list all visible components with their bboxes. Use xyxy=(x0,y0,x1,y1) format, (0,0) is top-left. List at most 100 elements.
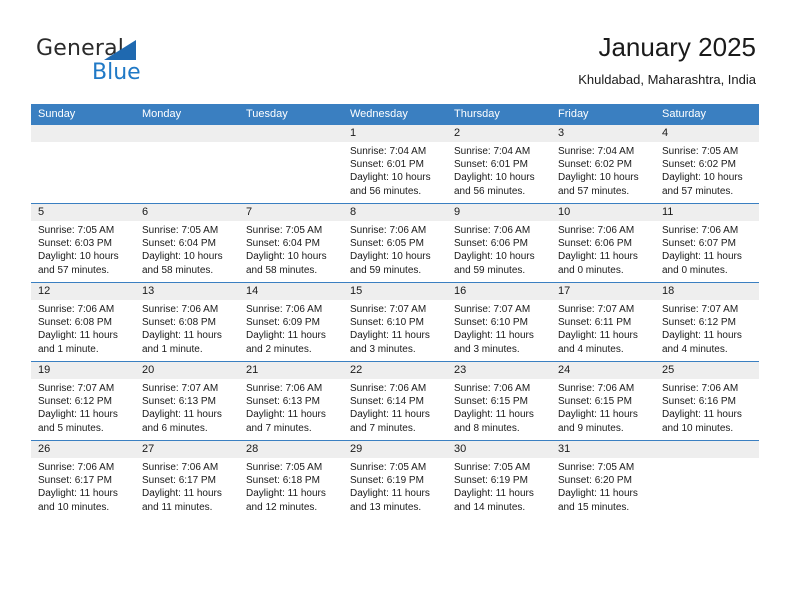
day-number: 18 xyxy=(655,283,759,300)
day-cell-details: Sunrise: 7:06 AM Sunset: 6:08 PM Daylight:… xyxy=(135,300,239,356)
calendar-day-cell[interactable]: 2 Sunrise: 7:04 AM Sunset: 6:01 PM Daylight… xyxy=(447,125,551,204)
day-number xyxy=(135,125,239,142)
sunrise-text: Sunrise: 7:07 AM xyxy=(662,304,739,315)
daylight-text: Daylight: 11 hours xyxy=(38,488,118,500)
calendar-day-cell[interactable]: 10 Sunrise: 7:06 AM Sunset: 6:06 PM Dayligh… xyxy=(551,203,655,283)
daylight-text: Daylight: 11 hours xyxy=(38,330,118,342)
sunset-text: Sunset: 6:08 PM xyxy=(142,317,216,329)
weekday-header-monday: Monday xyxy=(135,104,239,125)
daylight-text: and 15 minutes. xyxy=(558,501,630,513)
day-number: 29 xyxy=(343,441,447,458)
calendar-day-cell[interactable]: 26 Sunrise: 7:06 AM Sunset: 6:17 PM Dayligh… xyxy=(31,440,135,519)
calendar-day-cell[interactable]: 15 Sunrise: 7:07 AM Sunset: 6:10 PM Dayligh… xyxy=(343,282,447,362)
day-number: 17 xyxy=(551,283,655,300)
calendar-day-cell[interactable]: 19 Sunrise: 7:07 AM Sunset: 6:12 PM Dayligh… xyxy=(31,361,135,441)
calendar-day-cell[interactable]: 27 Sunrise: 7:06 AM Sunset: 6:17 PM Dayligh… xyxy=(135,440,239,519)
daylight-text: and 57 minutes. xyxy=(558,185,630,197)
calendar-day-cell[interactable]: 6 Sunrise: 7:05 AM Sunset: 6:04 PM Daylight… xyxy=(135,203,239,283)
daylight-text: Daylight: 11 hours xyxy=(558,330,638,342)
calendar-week-row: 12 Sunrise: 7:06 AM Sunset: 6:08 PM Dayligh… xyxy=(31,282,759,362)
calendar-day-cell[interactable]: 23 Sunrise: 7:06 AM Sunset: 6:15 PM Dayligh… xyxy=(447,361,551,441)
day-number: 5 xyxy=(31,204,135,221)
day-cell-inner: 8 Sunrise: 7:06 AM Sunset: 6:05 PM Daylight… xyxy=(343,204,447,282)
sunset-text: Sunset: 6:19 PM xyxy=(350,475,424,487)
calendar-day-cell[interactable]: 16 Sunrise: 7:07 AM Sunset: 6:10 PM Dayligh… xyxy=(447,282,551,362)
calendar-day-cell[interactable]: 1 Sunrise: 7:04 AM Sunset: 6:01 PM Daylight… xyxy=(343,125,447,204)
sunset-text: Sunset: 6:02 PM xyxy=(558,159,632,171)
calendar-day-cell[interactable]: 28 Sunrise: 7:05 AM Sunset: 6:18 PM Dayligh… xyxy=(239,440,343,519)
sunrise-text: Sunrise: 7:05 AM xyxy=(142,225,219,236)
sunset-text: Sunset: 6:01 PM xyxy=(350,159,424,171)
day-cell-inner: 23 Sunrise: 7:06 AM Sunset: 6:15 PM Dayligh… xyxy=(447,362,551,440)
daylight-text: Daylight: 11 hours xyxy=(454,330,534,342)
sunset-text: Sunset: 6:18 PM xyxy=(246,475,320,487)
calendar-day-cell[interactable]: 21 Sunrise: 7:06 AM Sunset: 6:13 PM Dayligh… xyxy=(239,361,343,441)
calendar-day-cell[interactable]: 8 Sunrise: 7:06 AM Sunset: 6:05 PM Daylight… xyxy=(343,203,447,283)
day-cell-inner: 7 Sunrise: 7:05 AM Sunset: 6:04 PM Daylight… xyxy=(239,204,343,282)
day-cell-details: Sunrise: 7:07 AM Sunset: 6:10 PM Daylight:… xyxy=(343,300,447,356)
day-cell-details: Sunrise: 7:06 AM Sunset: 6:06 PM Daylight:… xyxy=(447,221,551,277)
calendar-day-cell[interactable]: 5 Sunrise: 7:05 AM Sunset: 6:03 PM Daylight… xyxy=(31,203,135,283)
calendar-day-cell[interactable]: 3 Sunrise: 7:04 AM Sunset: 6:02 PM Daylight… xyxy=(551,125,655,204)
calendar-day-cell[interactable]: 4 Sunrise: 7:05 AM Sunset: 6:02 PM Daylight… xyxy=(655,125,759,204)
day-cell-details: Sunrise: 7:06 AM Sunset: 6:15 PM Daylight:… xyxy=(447,379,551,435)
calendar-day-cell[interactable]: 11 Sunrise: 7:06 AM Sunset: 6:07 PM Dayligh… xyxy=(655,203,759,283)
day-number: 19 xyxy=(31,362,135,379)
day-cell-inner: 29 Sunrise: 7:05 AM Sunset: 6:19 PM Dayligh… xyxy=(343,441,447,519)
daylight-text: Daylight: 11 hours xyxy=(38,409,118,421)
calendar-day-cell[interactable]: 24 Sunrise: 7:06 AM Sunset: 6:15 PM Dayligh… xyxy=(551,361,655,441)
day-cell-inner: 19 Sunrise: 7:07 AM Sunset: 6:12 PM Dayligh… xyxy=(31,362,135,440)
location-subtitle: Khuldabad, Maharashtra, India xyxy=(578,72,756,87)
day-cell-inner: 11 Sunrise: 7:06 AM Sunset: 6:07 PM Dayligh… xyxy=(655,204,759,282)
daylight-text: and 4 minutes. xyxy=(662,343,728,355)
day-cell-inner: 26 Sunrise: 7:06 AM Sunset: 6:17 PM Dayligh… xyxy=(31,441,135,519)
day-number: 10 xyxy=(551,204,655,221)
day-cell-inner: 18 Sunrise: 7:07 AM Sunset: 6:12 PM Dayligh… xyxy=(655,283,759,361)
calendar-day-cell[interactable]: 20 Sunrise: 7:07 AM Sunset: 6:13 PM Dayligh… xyxy=(135,361,239,441)
day-cell-details: Sunrise: 7:07 AM Sunset: 6:11 PM Daylight:… xyxy=(551,300,655,356)
calendar-day-cell[interactable]: 30 Sunrise: 7:05 AM Sunset: 6:19 PM Dayligh… xyxy=(447,440,551,519)
calendar-day-cell[interactable]: 13 Sunrise: 7:06 AM Sunset: 6:08 PM Dayligh… xyxy=(135,282,239,362)
calendar-day-cell[interactable]: 29 Sunrise: 7:05 AM Sunset: 6:19 PM Dayligh… xyxy=(343,440,447,519)
day-cell-inner: 15 Sunrise: 7:07 AM Sunset: 6:10 PM Dayligh… xyxy=(343,283,447,361)
sunset-text: Sunset: 6:03 PM xyxy=(38,238,112,250)
sunset-text: Sunset: 6:16 PM xyxy=(662,396,736,408)
calendar-day-cell[interactable]: 18 Sunrise: 7:07 AM Sunset: 6:12 PM Dayligh… xyxy=(655,282,759,362)
daylight-text: and 14 minutes. xyxy=(454,501,526,513)
day-number: 31 xyxy=(551,441,655,458)
daylight-text: Daylight: 11 hours xyxy=(662,409,742,421)
day-cell-details: Sunrise: 7:06 AM Sunset: 6:06 PM Daylight:… xyxy=(551,221,655,277)
sunset-text: Sunset: 6:04 PM xyxy=(142,238,216,250)
daylight-text: and 0 minutes. xyxy=(662,264,728,276)
calendar-day-cell[interactable]: 7 Sunrise: 7:05 AM Sunset: 6:04 PM Daylight… xyxy=(239,203,343,283)
sunset-text: Sunset: 6:17 PM xyxy=(38,475,112,487)
daylight-text: and 2 minutes. xyxy=(246,343,312,355)
sunrise-text: Sunrise: 7:05 AM xyxy=(558,462,635,473)
day-cell-details: Sunrise: 7:06 AM Sunset: 6:09 PM Daylight:… xyxy=(239,300,343,356)
day-cell-details: Sunrise: 7:06 AM Sunset: 6:07 PM Daylight:… xyxy=(655,221,759,277)
daylight-text: and 10 minutes. xyxy=(662,422,734,434)
sunrise-text: Sunrise: 7:06 AM xyxy=(142,304,219,315)
calendar-day-cell[interactable]: 14 Sunrise: 7:06 AM Sunset: 6:09 PM Dayligh… xyxy=(239,282,343,362)
daylight-text: Daylight: 11 hours xyxy=(142,409,222,421)
calendar-day-cell[interactable]: 17 Sunrise: 7:07 AM Sunset: 6:11 PM Dayligh… xyxy=(551,282,655,362)
day-number: 14 xyxy=(239,283,343,300)
day-cell-inner: 10 Sunrise: 7:06 AM Sunset: 6:06 PM Dayligh… xyxy=(551,204,655,282)
daylight-text: Daylight: 11 hours xyxy=(350,409,430,421)
day-cell-details: Sunrise: 7:07 AM Sunset: 6:12 PM Daylight:… xyxy=(655,300,759,356)
sunrise-text: Sunrise: 7:06 AM xyxy=(558,225,635,236)
calendar-day-cell[interactable]: 9 Sunrise: 7:06 AM Sunset: 6:06 PM Daylight… xyxy=(447,203,551,283)
weekday-header-wednesday: Wednesday xyxy=(343,104,447,125)
day-cell-details: Sunrise: 7:07 AM Sunset: 6:12 PM Daylight:… xyxy=(31,379,135,435)
general-blue-logo[interactable]: General Blue xyxy=(36,36,236,92)
calendar-day-cell[interactable]: 12 Sunrise: 7:06 AM Sunset: 6:08 PM Dayligh… xyxy=(31,282,135,362)
daylight-text: Daylight: 10 hours xyxy=(454,251,535,263)
daylight-text: and 59 minutes. xyxy=(454,264,526,276)
daylight-text: and 56 minutes. xyxy=(454,185,526,197)
calendar-day-cell[interactable]: 25 Sunrise: 7:06 AM Sunset: 6:16 PM Dayligh… xyxy=(655,361,759,441)
sunrise-text: Sunrise: 7:07 AM xyxy=(454,304,531,315)
day-cell-details: Sunrise: 7:07 AM Sunset: 6:10 PM Daylight:… xyxy=(447,300,551,356)
calendar-day-cell[interactable]: 31 Sunrise: 7:05 AM Sunset: 6:20 PM Dayligh… xyxy=(551,440,655,519)
calendar-day-cell[interactable]: 22 Sunrise: 7:06 AM Sunset: 6:14 PM Dayligh… xyxy=(343,361,447,441)
day-cell-details: Sunrise: 7:06 AM Sunset: 6:14 PM Daylight:… xyxy=(343,379,447,435)
